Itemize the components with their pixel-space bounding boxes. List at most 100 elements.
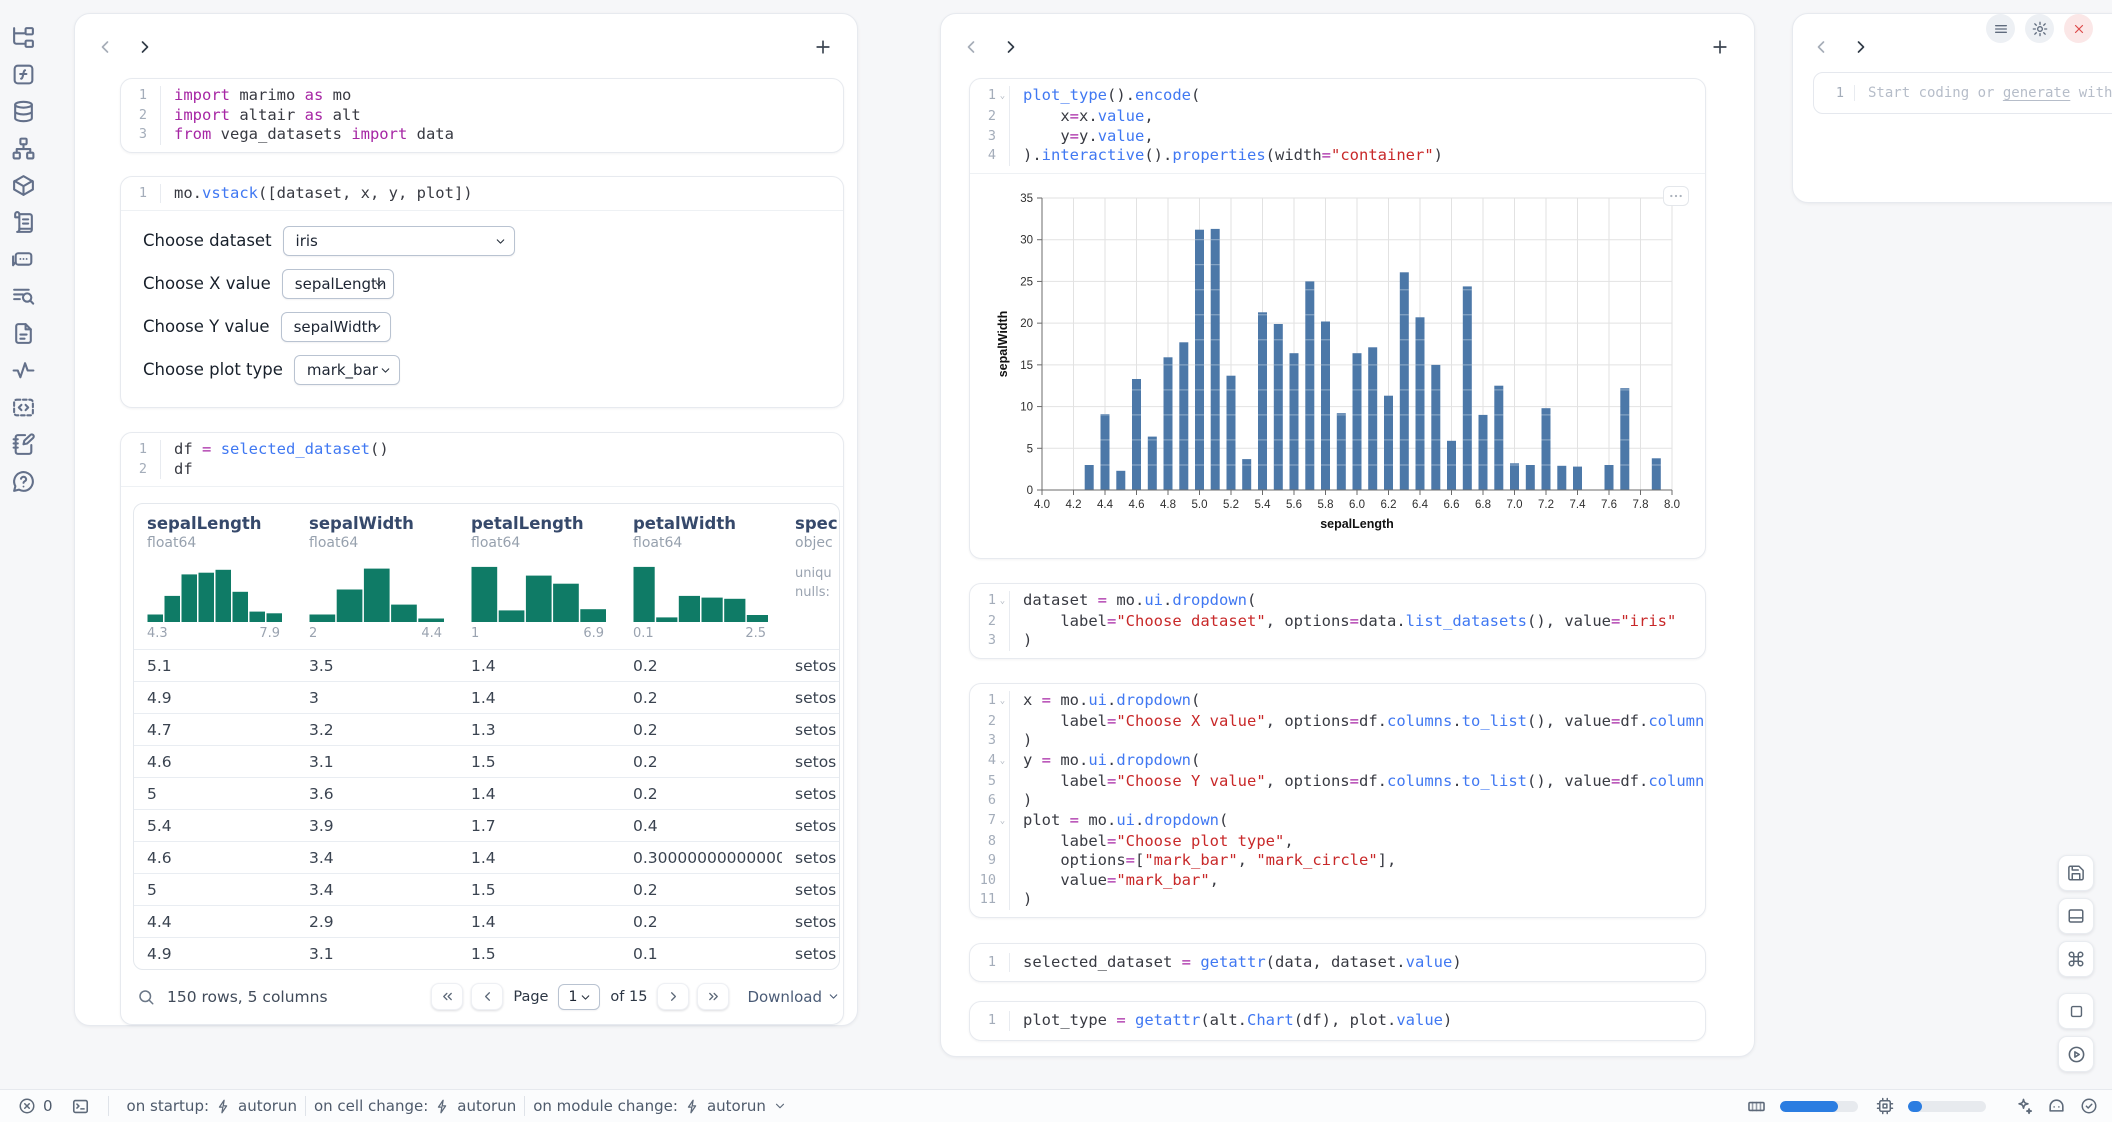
script-icon[interactable]: [10, 209, 36, 235]
menu-button[interactable]: [1986, 14, 2015, 43]
code-editor[interactable]: 1mo.vstack([dataset, x, y, plot]): [121, 177, 843, 211]
cell-dataframe: 1df = selected_dataset()2df sepalLengthf…: [120, 432, 844, 1025]
code-editor[interactable]: 1⌄x = mo.ui.dropdown(2 label="Choose X v…: [970, 684, 1705, 917]
code-line: 7⌄plot = mo.ui.dropdown(: [970, 811, 1705, 832]
code-line: 9 options=["mark_bar", "mark_circle"],: [970, 851, 1705, 871]
shutdown-button[interactable]: [2064, 14, 2093, 43]
code-line: 1⌄x = mo.ui.dropdown(: [970, 691, 1705, 712]
code-line: 6): [970, 791, 1705, 811]
document-icon[interactable]: [10, 320, 36, 346]
gear-icon: [2032, 21, 2048, 37]
chat-bot-icon[interactable]: [10, 246, 36, 272]
table-cell: 0.2: [620, 689, 782, 707]
fold-chevron-icon[interactable]: ⌄: [996, 811, 1009, 832]
stop-button[interactable]: [2058, 993, 2094, 1029]
svg-text:10: 10: [1020, 401, 1033, 413]
page-select[interactable]: 1: [558, 984, 600, 1010]
table-row[interactable]: 4.63.11.50.2setos: [134, 745, 839, 777]
table-row[interactable]: 4.63.41.40.30000000000000004setos: [134, 841, 839, 873]
code-line: 2 label="Choose dataset", options=data.l…: [970, 612, 1705, 632]
activity-icon[interactable]: [10, 357, 36, 383]
line-number: 3: [970, 631, 996, 651]
notebook-icon[interactable]: [10, 431, 36, 457]
table-row[interactable]: 4.931.40.2setos: [134, 681, 839, 713]
fold-chevron-icon[interactable]: ⌄: [996, 691, 1009, 712]
run-mode-1[interactable]: on startup:autorun: [127, 1097, 297, 1115]
chevron-left-icon[interactable]: [957, 33, 985, 61]
table-cell: 0.1: [620, 945, 782, 963]
empty-cell-editor[interactable]: 1 Start coding or generate with AI: [1813, 72, 2112, 114]
table-row[interactable]: 5.13.51.40.2setos: [134, 649, 839, 681]
settings-button[interactable]: [2025, 14, 2054, 43]
code-editor[interactable]: 1import marimo as mo2import altair as al…: [121, 79, 843, 152]
snippets-icon[interactable]: [10, 394, 36, 420]
table-row[interactable]: 4.93.11.50.1setos: [134, 937, 839, 969]
run-mode-2[interactable]: on cell change:autorun: [314, 1097, 516, 1115]
chevron-right-icon[interactable]: [131, 33, 159, 61]
chevron-down-icon: [579, 991, 592, 1004]
first-page-button[interactable]: [431, 983, 463, 1010]
trace-search-icon[interactable]: [10, 283, 36, 309]
table-row[interactable]: 53.61.40.2setos: [134, 777, 839, 809]
package-icon[interactable]: [10, 172, 36, 198]
code-line: 1plot_type = getattr(alt.Chart(df), plot…: [970, 1011, 1705, 1031]
table-row[interactable]: 4.42.91.40.2setos: [134, 905, 839, 937]
table-row[interactable]: 5.43.91.70.4setos: [134, 809, 839, 841]
run-all-button[interactable]: [2058, 1036, 2094, 1072]
svg-text:5: 5: [1027, 443, 1033, 455]
panel-layout-button[interactable]: [2058, 898, 2094, 934]
chevron-right-icon[interactable]: [1847, 33, 1875, 61]
code-editor[interactable]: 1⌄dataset = mo.ui.dropdown(2 label="Choo…: [970, 584, 1705, 658]
download-button[interactable]: Download: [747, 988, 840, 1006]
help-icon[interactable]: [10, 468, 36, 494]
functions-icon[interactable]: [10, 61, 36, 87]
last-page-button[interactable]: [697, 983, 729, 1010]
svg-text:6.8: 6.8: [1475, 499, 1491, 511]
y-value-select[interactable]: sepalWidth: [281, 312, 391, 342]
search-icon[interactable]: [137, 988, 155, 1006]
x-value-select[interactable]: sepalLength: [282, 269, 394, 299]
fold-chevron-icon[interactable]: ⌄: [996, 751, 1009, 772]
dataset-select[interactable]: iris: [283, 226, 515, 256]
table-cell: 3: [296, 689, 458, 707]
ai-assist-button[interactable]: [2014, 1097, 2033, 1116]
keyboard-shortcuts-button[interactable]: [2058, 941, 2094, 977]
add-cell-button[interactable]: [809, 33, 837, 61]
fold-chevron-icon[interactable]: ⌄: [996, 86, 1009, 107]
code-editor[interactable]: 1df = selected_dataset()2df: [121, 433, 843, 486]
save-button[interactable]: [2058, 855, 2094, 891]
table-cell: 2.9: [296, 913, 458, 931]
column-header-sepalWidth[interactable]: sepalWidthfloat6424.4: [296, 514, 458, 641]
plot-type-select[interactable]: mark_bar: [294, 355, 400, 385]
database-icon[interactable]: [10, 98, 36, 124]
chart-actions-button[interactable]: [1663, 186, 1689, 206]
fold-gutter: [996, 851, 1009, 871]
table-row[interactable]: 53.41.50.2setos: [134, 873, 839, 905]
chart-output[interactable]: 051015202530354.04.24.44.64.85.05.25.45.…: [970, 174, 1705, 558]
column-header-petalWidth[interactable]: petalWidthfloat640.12.5: [620, 514, 782, 641]
cell-imports: 1import marimo as mo2import altair as al…: [120, 78, 844, 153]
generate-with-ai-link[interactable]: generate: [2003, 85, 2070, 101]
chevron-left-icon[interactable]: [91, 33, 119, 61]
next-page-button[interactable]: [657, 983, 689, 1010]
line-number: 6: [970, 791, 996, 811]
code-editor[interactable]: 1selected_dataset = getattr(data, datase…: [970, 944, 1705, 982]
column-header-spec[interactable]: specobjecuniqunulls:: [782, 514, 840, 641]
column-header-petalLength[interactable]: petalLengthfloat6416.9: [458, 514, 620, 641]
fold-chevron-icon[interactable]: ⌄: [996, 591, 1009, 612]
dependency-graph-icon[interactable]: [10, 135, 36, 161]
file-tree-icon[interactable]: [10, 24, 36, 50]
errors-indicator[interactable]: 0: [18, 1097, 53, 1115]
terminal-button[interactable]: [71, 1097, 90, 1116]
chevron-left-icon[interactable]: [1807, 33, 1835, 61]
chevron-right-icon[interactable]: [997, 33, 1025, 61]
column-header-sepalLength[interactable]: sepalLengthfloat644.37.9: [134, 514, 296, 641]
prev-page-button[interactable]: [471, 983, 503, 1010]
code-editor[interactable]: 1⌄plot_type().encode(2 x=x.value,3 y=y.v…: [970, 79, 1705, 173]
table-row[interactable]: 4.73.21.30.2setos: [134, 713, 839, 745]
code-editor[interactable]: 1plot_type = getattr(alt.Chart(df), plot…: [970, 1002, 1705, 1040]
assistant-bot-button[interactable]: [2047, 1097, 2066, 1116]
run-mode-3[interactable]: on module change:autorun: [533, 1097, 787, 1115]
add-cell-button[interactable]: [1706, 33, 1734, 61]
table-cell: 4.9: [134, 689, 296, 707]
